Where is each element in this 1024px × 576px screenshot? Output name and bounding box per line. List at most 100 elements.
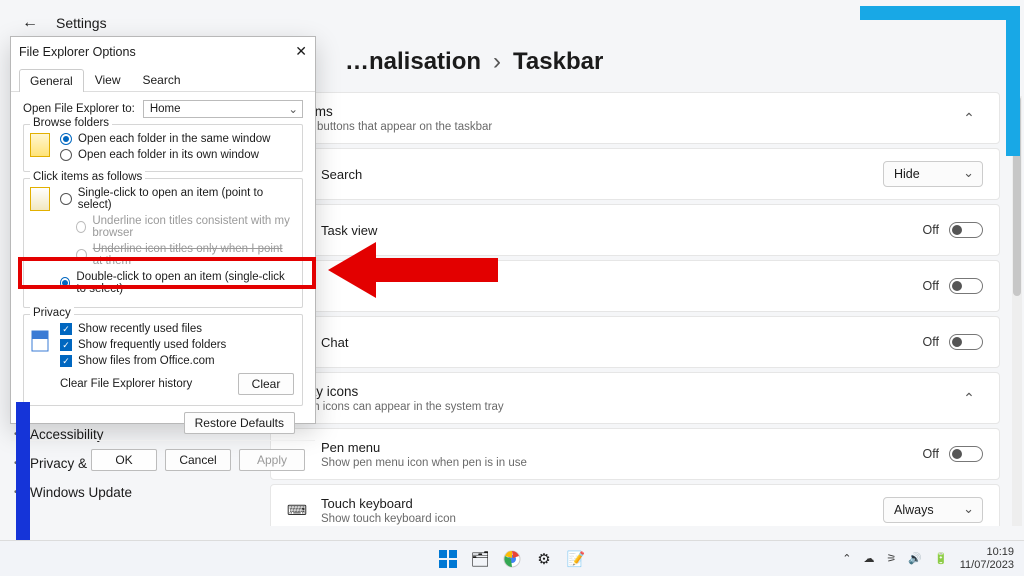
start-icon[interactable] (437, 548, 459, 570)
radio-single-click[interactable] (60, 193, 72, 205)
clear-button[interactable]: Clear (238, 373, 294, 395)
chat-toggle[interactable] (949, 334, 983, 350)
radio-own-window[interactable] (60, 149, 72, 161)
row-touchkb: ⌨ Touch keyboard Show touch keyboard ico… (270, 484, 1000, 526)
breadcrumb-parent[interactable]: …nalisation (345, 48, 481, 76)
group-label: Browse folders (30, 117, 112, 129)
open-to-label: Open File Explorer to: (23, 103, 135, 115)
group-label: Privacy (30, 307, 74, 319)
sidebar-item-update[interactable]: Windows Update (2, 478, 182, 507)
chevron-up-icon: ⌃ (955, 390, 983, 407)
row-label: Touch keyboard (321, 496, 883, 511)
privacy-icon (30, 329, 50, 353)
section-subtitle: …hich icons can appear in the system tra… (287, 401, 955, 413)
group-label: Click items as follows (30, 171, 145, 183)
row-sublabel: Show pen menu icon when pen is in use (321, 457, 923, 469)
browse-folders-group: Browse folders Open each folder in the s… (23, 124, 303, 172)
minimize-button[interactable]: — (936, 4, 949, 20)
breadcrumb-current: Taskbar (513, 48, 603, 76)
toggle-state: Off (923, 447, 939, 461)
row-label: Search (321, 167, 883, 182)
search-select[interactable]: Hide (883, 161, 983, 187)
onedrive-icon[interactable]: ☁ (863, 552, 874, 565)
open-to-combo[interactable]: Home (143, 100, 303, 118)
cursor-icon (30, 187, 50, 211)
explorer-icon[interactable]: 🗂 (469, 548, 491, 570)
toggle-state: Off (923, 223, 939, 237)
click-items-group: Click items as follows Single-click to o… (23, 178, 303, 308)
row-sublabel: Show touch keyboard icon (321, 513, 883, 525)
scrollbar[interactable] (1012, 96, 1022, 526)
combo-value: Home (150, 103, 181, 115)
sidebar-item-label: Windows Update (30, 485, 132, 500)
notepad-icon[interactable]: 📝 (565, 548, 587, 570)
tab-general[interactable]: General (19, 69, 84, 92)
maximize-button[interactable]: ▢ (969, 4, 981, 20)
row-label: Pen menu (321, 440, 923, 455)
folder-icon (30, 133, 50, 157)
radio-label: Open each folder in the same window (78, 133, 270, 145)
chk-office-files[interactable]: ✓ (60, 355, 72, 367)
cancel-button[interactable]: Cancel (165, 449, 231, 471)
chk-recent-files[interactable]: ✓ (60, 323, 72, 335)
toggle-state: Off (923, 335, 939, 349)
row-search: ⌕ Search Hide (270, 148, 1000, 200)
clock[interactable]: 10:19 11/07/2023 (960, 546, 1014, 570)
tray-chevron-icon[interactable]: ⌃ (842, 552, 851, 565)
dialog-close-icon[interactable]: ✕ (295, 43, 307, 60)
taskbar: 🗂 ⚙ 📝 ⌃ ☁ ⚞ 🔊 🔋 10:19 11/07/2023 (0, 540, 1024, 576)
volume-icon[interactable]: 🔊 (908, 552, 922, 565)
taskview-toggle[interactable] (949, 222, 983, 238)
restore-defaults-button[interactable]: Restore Defaults (184, 412, 295, 434)
radio-label: Underline icon titles only when I point … (93, 243, 294, 267)
chk-label: Show recently used files (78, 323, 202, 335)
clock-date: 11/07/2023 (960, 559, 1014, 571)
tab-view[interactable]: View (84, 68, 132, 91)
row-label: Chat (321, 335, 923, 350)
touchkb-select[interactable]: Always (883, 497, 983, 523)
keyboard-icon: ⌨ (287, 500, 307, 520)
section-subtitle: …ide buttons that appear on the taskbar (287, 121, 955, 133)
radio-label: Single-click to open an item (point to s… (78, 187, 294, 211)
apply-button[interactable]: Apply (239, 449, 305, 471)
file-explorer-options-dialog: File Explorer Options ✕ General View Sea… (10, 36, 316, 424)
section-title: …tray icons (287, 384, 955, 399)
radio-underline-browser (76, 221, 86, 233)
breadcrumb: …nalisation › Taskbar (345, 48, 603, 76)
radio-label: Double-click to open an item (single-cli… (76, 271, 294, 295)
app-title: Settings (56, 15, 107, 31)
select-value: Always (894, 503, 934, 517)
breadcrumb-separator: › (493, 48, 501, 76)
dialog-title: File Explorer Options (19, 45, 136, 59)
widgets-toggle[interactable] (949, 278, 983, 294)
close-button[interactable]: ✕ (1001, 4, 1012, 20)
chk-label: Show files from Office.com (78, 355, 215, 367)
radio-underline-point (76, 249, 87, 261)
section-title: …items (287, 104, 955, 119)
privacy-group: Privacy ✓Show recently used files ✓Show … (23, 314, 303, 406)
clock-time: 10:19 (960, 546, 1014, 558)
section-tray-icons[interactable]: …tray icons …hich icons can appear in th… (270, 372, 1000, 424)
ok-button[interactable]: OK (91, 449, 157, 471)
section-taskbar-items[interactable]: …items …ide buttons that appear on the t… (270, 92, 1000, 144)
chrome-icon[interactable] (501, 548, 523, 570)
back-button[interactable]: ← (22, 14, 38, 32)
radio-label: Open each folder in its own window (78, 149, 259, 161)
radio-label: Underline icon titles consistent with my… (92, 215, 294, 239)
annotation-arrow (328, 230, 508, 310)
chevron-up-icon: ⌃ (955, 110, 983, 127)
radio-double-click[interactable] (60, 277, 70, 289)
wifi-icon[interactable]: ⚞ (886, 552, 896, 565)
penmenu-toggle[interactable] (949, 446, 983, 462)
settings-icon[interactable]: ⚙ (533, 548, 555, 570)
chk-label: Show frequently used folders (78, 339, 226, 351)
row-chat: ◯ Chat Off (270, 316, 1000, 368)
tab-search[interactable]: Search (132, 68, 192, 91)
chk-freq-folders[interactable]: ✓ (60, 339, 72, 351)
select-value: Hide (894, 167, 920, 181)
radio-same-window[interactable] (60, 133, 72, 145)
row-penmenu: ✎ Pen menu Show pen menu icon when pen i… (270, 428, 1000, 480)
toggle-state: Off (923, 279, 939, 293)
clear-history-label: Clear File Explorer history (60, 378, 192, 390)
battery-icon[interactable]: 🔋 (934, 552, 948, 565)
